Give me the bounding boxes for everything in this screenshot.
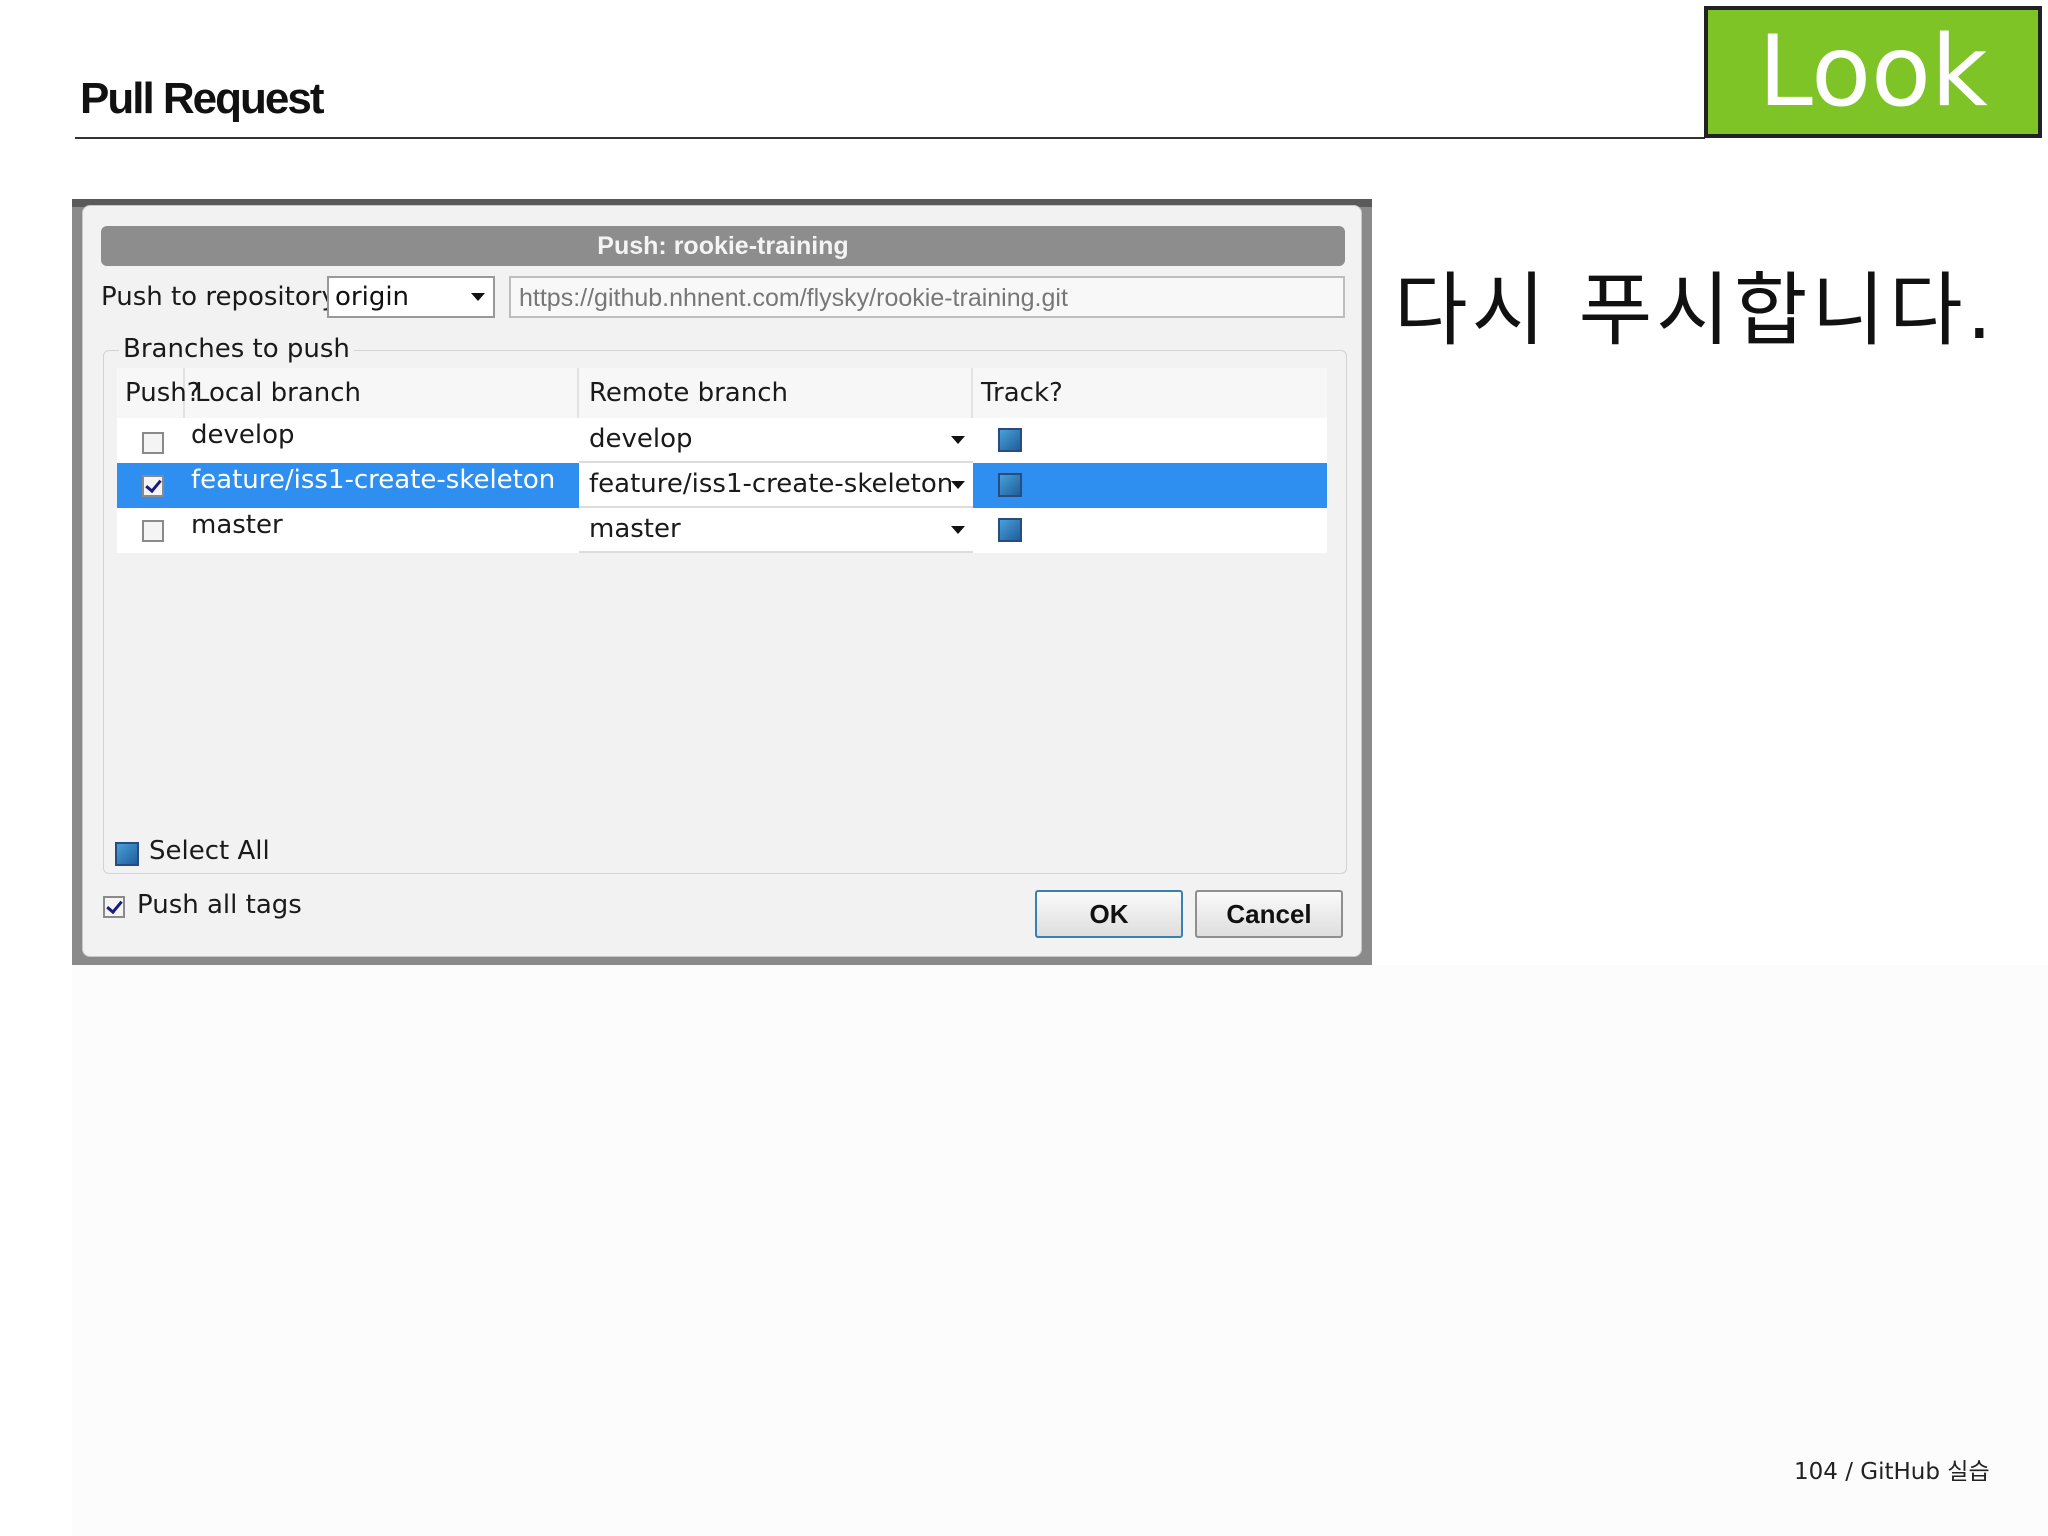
page-footer: 104 / GitHub 실습 <box>1794 1459 1990 1485</box>
table-row[interactable]: master master <box>117 508 1327 553</box>
track-checkbox[interactable] <box>998 473 1022 497</box>
remote-branch-dropdown[interactable]: feature/iss1-create-skeleton <box>579 463 973 508</box>
select-all-checkbox[interactable] <box>115 842 139 866</box>
push-dialog: Push: rookie-training Push to repository… <box>82 205 1362 957</box>
column-header-remote-branch[interactable]: Remote branch <box>579 368 973 418</box>
instruction-text: 다시 푸시합니다. <box>1394 264 1997 357</box>
repo-label: Push to repository: <box>101 282 344 312</box>
local-branch-name: develop <box>191 420 295 450</box>
dialog-screenshot: Push: rookie-training Push to repository… <box>72 199 1372 965</box>
dialog-title: Push: rookie-training <box>101 226 1345 266</box>
column-header-local-branch[interactable]: Local branch <box>185 368 579 418</box>
column-header-push[interactable]: Push? <box>117 368 201 418</box>
branches-table: Push? Local branch Remote branch Track? … <box>117 368 1327 558</box>
repo-url-text: https://github.nhnent.com/flysky/rookie-… <box>519 284 1068 312</box>
chevron-down-icon <box>471 293 485 301</box>
remote-branch-dropdown[interactable]: develop <box>579 418 973 463</box>
title-underline <box>75 137 1705 139</box>
push-all-tags-label: Push all tags <box>137 890 302 920</box>
select-all-label: Select All <box>149 836 270 866</box>
push-checkbox[interactable] <box>142 432 164 454</box>
remote-branch-dropdown[interactable]: master <box>579 508 973 553</box>
slide-background <box>72 965 2048 1536</box>
chevron-down-icon <box>951 526 965 534</box>
table-row[interactable]: feature/iss1-create-skeleton feature/iss… <box>117 463 1327 508</box>
remote-branch-value: feature/iss1-create-skeleton <box>589 469 954 499</box>
repo-dropdown[interactable]: origin <box>327 276 495 318</box>
ok-button[interactable]: OK <box>1035 890 1183 938</box>
table-header: Push? Local branch Remote branch Track? <box>117 368 1327 418</box>
push-checkbox[interactable] <box>142 475 164 497</box>
track-checkbox[interactable] <box>998 428 1022 452</box>
repo-dropdown-value: origin <box>335 282 410 312</box>
table-row[interactable]: develop develop <box>117 418 1327 463</box>
chevron-down-icon <box>951 436 965 444</box>
chevron-down-icon <box>951 481 965 489</box>
local-branch-name: feature/iss1-create-skeleton <box>191 465 556 495</box>
remote-branch-value: develop <box>589 424 693 454</box>
branches-group-label: Branches to push <box>119 334 354 364</box>
look-badge: Look <box>1704 6 2042 138</box>
cancel-button[interactable]: Cancel <box>1195 890 1343 938</box>
remote-branch-value: master <box>589 514 681 544</box>
repo-url-field[interactable]: https://github.nhnent.com/flysky/rookie-… <box>509 276 1345 318</box>
push-all-tags-checkbox[interactable] <box>103 896 125 918</box>
push-checkbox[interactable] <box>142 520 164 542</box>
slide-title: Pull Request <box>80 74 324 123</box>
column-header-track[interactable]: Track? <box>973 368 1063 418</box>
track-checkbox[interactable] <box>998 518 1022 542</box>
local-branch-name: master <box>191 510 283 540</box>
